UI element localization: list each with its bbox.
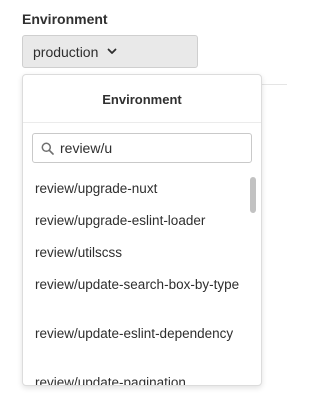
environment-search-input[interactable] (60, 140, 230, 156)
environment-dropdown-toggle[interactable]: production (22, 35, 198, 68)
environment-search-box[interactable] (32, 133, 252, 163)
environment-dropdown-menu: Environment review/upgrade-nuxt review/u… (22, 74, 262, 386)
scrollbar-thumb[interactable] (250, 177, 256, 213)
dropdown-title: Environment (102, 92, 182, 107)
dropdown-divider (23, 122, 261, 123)
environment-field-label: Environment (22, 11, 108, 27)
environment-list: review/upgrade-nuxt review/upgrade-eslin… (23, 171, 247, 385)
divider (262, 84, 287, 85)
list-item[interactable]: review/update-search-box-by-type (35, 276, 240, 293)
list-item[interactable]: review/utilscss (35, 244, 240, 261)
list-item[interactable]: review/update-eslint-dependency (35, 325, 240, 342)
environment-selected-value: production (33, 43, 99, 60)
list-item[interactable]: review/upgrade-nuxt (35, 180, 240, 197)
list-item[interactable]: review/upgrade-eslint-loader (35, 212, 240, 229)
list-item[interactable]: review/update-pagination (35, 374, 240, 385)
search-icon (41, 142, 54, 155)
list-scrollbar[interactable] (247, 171, 257, 383)
environment-selector-panel: Environment production Environment revie… (0, 0, 287, 412)
chevron-down-icon (107, 48, 117, 55)
